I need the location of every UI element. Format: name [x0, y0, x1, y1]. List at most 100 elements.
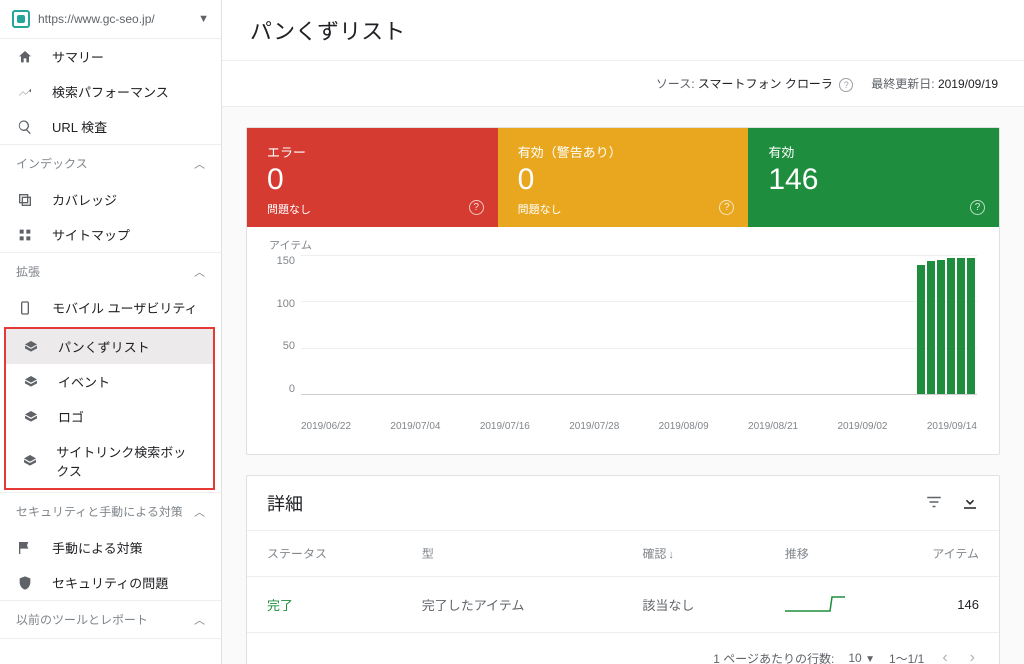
- col-confirm[interactable]: 確認↓: [622, 531, 764, 577]
- sidebar-item-url-inspect[interactable]: URL 検査: [0, 109, 221, 144]
- sidebar-item-mobile-usability[interactable]: モバイル ユーザビリティ: [0, 290, 221, 325]
- cell-status: 完了: [247, 577, 402, 633]
- layers-icon: [22, 374, 40, 390]
- table-row[interactable]: 完了 完了したアイテム 該当なし 146: [247, 577, 999, 633]
- help-icon[interactable]: ?: [839, 78, 853, 92]
- shield-icon: [16, 575, 34, 591]
- status-count: 0: [518, 163, 729, 197]
- sidebar-item-summary[interactable]: サマリー: [0, 39, 221, 74]
- sidebar-item-sitelinks[interactable]: サイトリンク検索ボックス: [6, 434, 213, 488]
- sidebar-item-label: URL 検査: [52, 117, 107, 136]
- chevron-up-icon: ︿: [194, 612, 205, 628]
- details-title: 詳細: [267, 490, 907, 516]
- sidebar-item-logo[interactable]: ロゴ: [6, 399, 213, 434]
- xtick: 2019/09/02: [837, 421, 887, 432]
- bar: [947, 258, 955, 394]
- nav-section-security[interactable]: セキュリティと手動による対策 ︿: [0, 493, 221, 530]
- stack-icon: [16, 192, 34, 208]
- sidebar-item-coverage[interactable]: カバレッジ: [0, 182, 221, 217]
- chart-plot: [301, 255, 977, 395]
- cell-items: 146: [865, 577, 999, 633]
- status-warning[interactable]: 有効（警告あり） 0 問題なし ?: [498, 128, 749, 227]
- nav-primary: サマリー 検索パフォーマンス URL 検査: [0, 39, 221, 145]
- download-icon[interactable]: [961, 493, 979, 514]
- pager: 1 ページあたりの行数: 10 ▼ 1～1/1 ‹ ›: [247, 633, 999, 664]
- mobile-icon: [16, 300, 34, 316]
- status-label: 有効（警告あり）: [518, 142, 729, 161]
- sidebar-item-label: ロゴ: [58, 407, 84, 426]
- status-valid[interactable]: 有効 146 ?: [748, 128, 999, 227]
- nav-security: セキュリティと手動による対策 ︿ 手動による対策 セキュリティの問題: [0, 493, 221, 601]
- col-type[interactable]: 型: [402, 531, 623, 577]
- sidebar-item-label: サイトマップ: [52, 225, 130, 244]
- highlight-annotation: パンくずリスト イベント ロゴ サイトリンク検索ボックス: [4, 327, 215, 490]
- col-trend[interactable]: 推移: [765, 531, 865, 577]
- details-table: ステータス 型 確認↓ 推移 アイテム 完了 完了したアイテム 該当なし 146: [247, 531, 999, 633]
- sidebar-item-manual-actions[interactable]: 手動による対策: [0, 530, 221, 565]
- nav-section-label: 以前のツールとレポート: [16, 611, 148, 628]
- pager-prev-icon[interactable]: ‹: [938, 645, 951, 664]
- site-url: https://www.gc-seo.jp/: [38, 12, 190, 26]
- sidebar-item-event[interactable]: イベント: [6, 364, 213, 399]
- bar: [937, 260, 945, 394]
- ytick: 0: [269, 383, 295, 395]
- trend-icon: [16, 84, 34, 100]
- xtick: 2019/08/09: [659, 421, 709, 432]
- flag-icon: [16, 540, 34, 556]
- chevron-up-icon: ︿: [194, 156, 205, 172]
- chevron-up-icon: ︿: [194, 504, 205, 520]
- site-selector[interactable]: https://www.gc-seo.jp/ ▼: [0, 0, 221, 39]
- status-sub: 問題なし: [267, 201, 478, 217]
- nav-enhancements: 拡張 ︿ モバイル ユーザビリティ パンくずリスト イベント ロゴ: [0, 253, 221, 493]
- status-label: 有効: [768, 142, 979, 161]
- status-count: 0: [267, 163, 478, 197]
- filter-icon[interactable]: [925, 493, 943, 514]
- ytick: 100: [269, 298, 295, 310]
- nav-legacy: 以前のツールとレポート ︿: [0, 601, 221, 639]
- chart-ylabel: アイテム: [269, 237, 977, 253]
- xtick: 2019/08/21: [748, 421, 798, 432]
- pager-size[interactable]: 10 ▼: [848, 651, 875, 664]
- nav-section-legacy[interactable]: 以前のツールとレポート ︿: [0, 601, 221, 638]
- col-status[interactable]: ステータス: [247, 531, 402, 577]
- page-title: パンくずリスト: [222, 0, 1024, 61]
- sidebar-item-breadcrumb[interactable]: パンくずリスト: [6, 329, 213, 364]
- sidebar-item-label: パンくずリスト: [58, 337, 150, 356]
- status-label: エラー: [267, 142, 478, 161]
- cell-confirm: 該当なし: [622, 577, 764, 633]
- status-error[interactable]: エラー 0 問題なし ?: [247, 128, 498, 227]
- help-icon[interactable]: ?: [469, 200, 484, 215]
- help-icon[interactable]: ?: [719, 200, 734, 215]
- sidebar-item-sitemaps[interactable]: サイトマップ: [0, 217, 221, 252]
- updated-block: 最終更新日: 2019/09/19: [871, 75, 998, 92]
- pager-next-icon[interactable]: ›: [966, 645, 979, 664]
- col-confirm-label: 確認: [642, 547, 666, 561]
- pager-size-value: 10: [848, 651, 861, 664]
- col-items[interactable]: アイテム: [865, 531, 999, 577]
- chart: 150 100 50 0: [269, 255, 977, 415]
- updated-value: 2019/09/19: [938, 77, 998, 91]
- chevron-up-icon: ︿: [194, 264, 205, 280]
- nav-section-index[interactable]: インデックス ︿: [0, 145, 221, 182]
- nav-section-label: 拡張: [16, 263, 40, 280]
- source-block: ソース: スマートフォン クローラ ?: [656, 75, 853, 92]
- cell-trend: [765, 577, 865, 633]
- help-icon[interactable]: ?: [970, 200, 985, 215]
- layers-icon: [22, 453, 38, 469]
- sidebar-item-label: サマリー: [52, 47, 104, 66]
- sidebar-item-security-issues[interactable]: セキュリティの問題: [0, 565, 221, 600]
- home-icon: [16, 49, 34, 65]
- ytick: 50: [269, 340, 295, 352]
- nav-section-label: インデックス: [16, 155, 88, 172]
- status-row: エラー 0 問題なし ? 有効（警告あり） 0 問題なし ? 有効 146 ?: [247, 128, 999, 227]
- sparkline-icon: [785, 593, 845, 613]
- updated-label: 最終更新日:: [871, 77, 934, 91]
- chart-xaxis: 2019/06/222019/07/042019/07/162019/07/28…: [301, 421, 977, 432]
- source-row: ソース: スマートフォン クローラ ? 最終更新日: 2019/09/19: [222, 61, 1024, 107]
- sidebar-item-performance[interactable]: 検索パフォーマンス: [0, 74, 221, 109]
- xtick: 2019/06/22: [301, 421, 351, 432]
- nav-index: インデックス ︿ カバレッジ サイトマップ: [0, 145, 221, 253]
- nav-section-enhancements[interactable]: 拡張 ︿: [0, 253, 221, 290]
- details-header: 詳細: [247, 476, 999, 531]
- sidebar-item-label: セキュリティの問題: [52, 573, 168, 592]
